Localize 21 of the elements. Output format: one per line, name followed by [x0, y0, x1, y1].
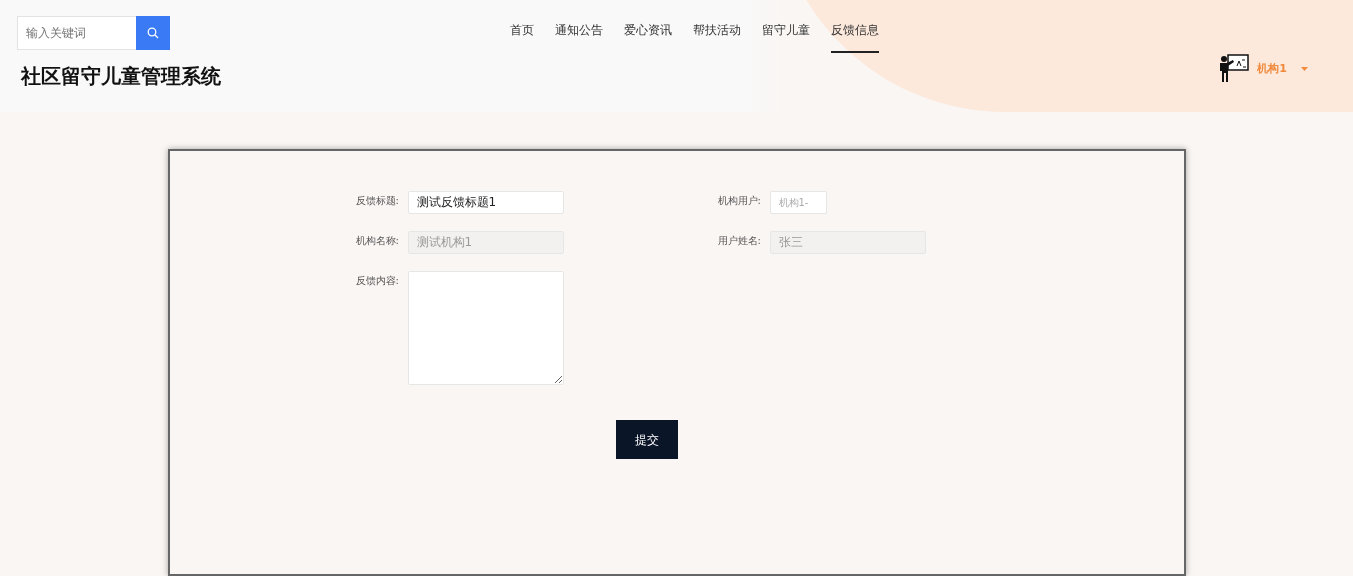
nav-link[interactable]: 首页 — [510, 21, 534, 53]
search-icon — [147, 27, 159, 39]
nav-link[interactable]: 留守儿童 — [762, 21, 810, 53]
field-label: 反馈内容: — [355, 274, 400, 288]
field-label: 机构名称: — [355, 234, 400, 248]
input-field[interactable]: 机构1- — [769, 191, 827, 214]
field-label: 机构用户: — [717, 194, 762, 208]
submit-button[interactable]: 提交 — [615, 420, 678, 459]
teacher-icon — [1219, 54, 1250, 84]
site-title: 社区留守儿童管理系统 — [21, 63, 221, 90]
text-area[interactable] — [407, 271, 564, 385]
search-button[interactable] — [136, 16, 170, 50]
field-label: 用户姓名: — [717, 234, 762, 248]
nav-link[interactable]: 爱心资讯 — [624, 21, 672, 53]
search-field[interactable]: 输入关键词 — [17, 16, 136, 50]
nav-link[interactable]: 通知公告 — [555, 21, 603, 53]
nav-link[interactable]: 帮扶活动 — [693, 21, 741, 53]
caret-icon[interactable] — [1301, 67, 1308, 71]
input-field[interactable]: 测试反馈标题1 — [407, 191, 564, 214]
field-label: 反馈标题: — [355, 194, 400, 208]
nav-link[interactable]: 反馈信息 — [831, 21, 879, 53]
